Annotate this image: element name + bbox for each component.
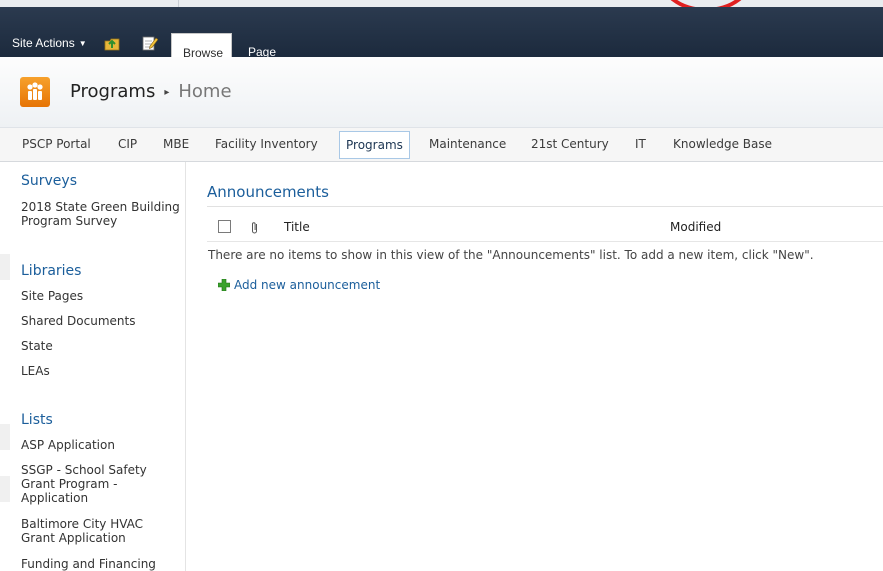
caret-down-icon: ▼ — [78, 39, 87, 48]
window-top-strip — [0, 0, 883, 7]
sidebar-heading-surveys[interactable]: Surveys — [21, 173, 77, 189]
breadcrumb-current-page: Home — [178, 81, 232, 102]
nav-tab-knowledge-base[interactable]: Knowledge Base — [673, 128, 772, 161]
sidebar-item-site-pages[interactable]: Site Pages — [21, 289, 181, 303]
background-shade — [0, 424, 10, 450]
sidebar-item-funding-financing[interactable]: Funding and Financing — [21, 557, 181, 571]
sidebar-item-green-building-survey[interactable]: 2018 State Green Building Program Survey — [21, 200, 181, 228]
sidebar-item-shared-documents[interactable]: Shared Documents — [21, 314, 181, 328]
nav-tab-21st-century[interactable]: 21st Century — [531, 128, 609, 161]
nav-tab-it[interactable]: IT — [635, 128, 646, 161]
nav-tab-cip[interactable]: CIP — [118, 128, 137, 161]
site-actions-label: Site Actions — [12, 36, 75, 50]
plus-icon[interactable] — [218, 279, 230, 291]
people-logo-icon[interactable] — [20, 77, 50, 107]
nav-tab-programs[interactable]: Programs — [339, 131, 410, 159]
strip-divider — [178, 0, 179, 7]
nav-tab-pscp-portal[interactable]: PSCP Portal — [22, 128, 91, 161]
add-new-announcement-link[interactable]: Add new announcement — [234, 278, 380, 292]
sidebar-item-ssgp-application[interactable]: SSGP - School Safety Grant Program - App… — [21, 463, 161, 505]
select-all-checkbox[interactable] — [218, 220, 231, 233]
edit-page-icon[interactable] — [142, 35, 158, 51]
background-shade — [0, 476, 10, 502]
background-shade — [0, 254, 10, 280]
sidebar-item-leas[interactable]: LEAs — [21, 364, 181, 378]
header-divider — [207, 241, 883, 242]
breadcrumb-site-link[interactable]: Programs — [70, 81, 155, 102]
navigate-up-icon[interactable] — [104, 35, 120, 51]
top-navigation-bar: PSCP Portal CIP MBE Facility Inventory P… — [0, 128, 883, 162]
nav-tab-maintenance[interactable]: Maintenance — [429, 128, 506, 161]
sidebar-item-baltimore-hvac[interactable]: Baltimore City HVAC Grant Application — [21, 517, 161, 545]
sidebar-item-state[interactable]: State — [21, 339, 181, 353]
sidebar-heading-lists[interactable]: Lists — [21, 412, 53, 428]
nav-tab-mbe[interactable]: MBE — [163, 128, 189, 161]
nav-tab-facility-inventory[interactable]: Facility Inventory — [215, 128, 318, 161]
paperclip-icon — [252, 222, 257, 234]
announcements-title[interactable]: Announcements — [207, 183, 329, 201]
breadcrumb-separator-icon: ▸ — [164, 87, 170, 98]
site-title-area: Programs ▸ Home — [0, 57, 883, 128]
column-header-title[interactable]: Title — [284, 220, 310, 234]
empty-list-message: There are no items to show in this view … — [208, 248, 814, 262]
column-header-modified[interactable]: Modified — [670, 220, 721, 234]
sidebar-heading-libraries[interactable]: Libraries — [21, 263, 81, 279]
quick-launch-sidebar: Surveys 2018 State Green Building Progra… — [0, 162, 186, 571]
title-divider — [207, 206, 883, 207]
breadcrumb: Programs ▸ Home — [70, 81, 232, 102]
ribbon-bar: Site Actions ▼ Browse Page — [0, 7, 883, 64]
sidebar-item-asp-application[interactable]: ASP Application — [21, 438, 181, 452]
site-actions-menu[interactable]: Site Actions ▼ — [12, 36, 87, 50]
